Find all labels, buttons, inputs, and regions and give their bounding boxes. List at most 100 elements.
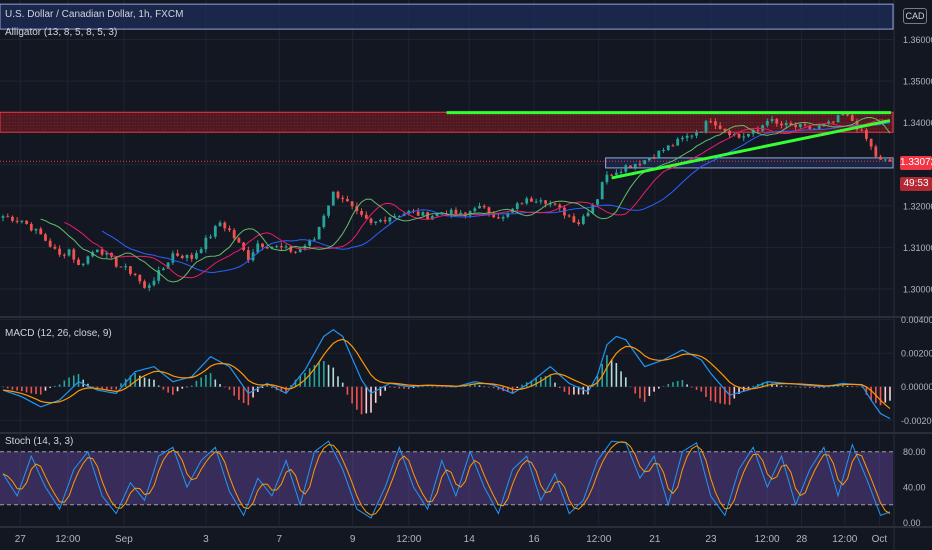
candle-body xyxy=(34,228,38,231)
candle-body xyxy=(58,248,62,255)
x-axis-tick-label: 12:00 xyxy=(755,534,780,545)
macd-histogram-bar xyxy=(775,384,778,387)
candle-body xyxy=(525,198,529,204)
candle-body xyxy=(147,285,151,288)
macd-histogram-bar xyxy=(610,359,613,387)
macd-histogram-bar xyxy=(643,386,646,402)
candle-body xyxy=(699,131,703,133)
macd-histogram-bar xyxy=(176,386,179,392)
candle-body xyxy=(817,125,821,129)
macd-histogram-bar xyxy=(624,377,627,387)
macd-histogram-bar xyxy=(535,378,537,387)
macd-histogram-bar xyxy=(242,386,245,403)
candle-body xyxy=(850,115,854,121)
candle-body xyxy=(610,174,614,176)
candle-body xyxy=(133,273,137,275)
macd-histogram-bar xyxy=(271,386,273,389)
candle-body xyxy=(798,124,802,128)
candle-body xyxy=(586,212,590,217)
macd-histogram-bar xyxy=(884,386,887,403)
candle-body xyxy=(869,138,873,147)
price-axis-tick-label: 1.32000 xyxy=(903,201,932,211)
candle-body xyxy=(180,255,184,259)
candle-body xyxy=(246,250,250,261)
macd-histogram-bar xyxy=(370,386,372,413)
macd-histogram-bar xyxy=(247,386,250,406)
macd-histogram-bar xyxy=(54,385,56,387)
macd-histogram-bar xyxy=(228,386,231,390)
price-axis-tick-label: 1.35000 xyxy=(903,77,932,87)
macd-histogram-bar xyxy=(49,386,51,388)
bar-countdown-tag: 49:53 xyxy=(900,177,932,191)
macd-histogram-bar xyxy=(653,386,655,392)
candle-body xyxy=(874,146,878,157)
macd-histogram-bar xyxy=(667,383,670,387)
candle-body xyxy=(624,165,628,172)
macd-indicator-label[interactable]: MACD (12, 26, close, 9) xyxy=(5,328,112,339)
candle-body xyxy=(865,129,868,139)
x-axis-tick-label: 3 xyxy=(203,534,209,545)
candle-body xyxy=(213,226,217,237)
candle-body xyxy=(6,216,10,218)
macd-histogram-bar xyxy=(634,386,637,394)
candle-body xyxy=(1,216,5,218)
x-axis-tick-label: Oct xyxy=(872,534,888,545)
macd-histogram-bar xyxy=(851,386,854,388)
candle-body xyxy=(209,236,212,238)
macd-histogram-bar xyxy=(393,386,396,388)
candle-body xyxy=(119,266,123,268)
macd-histogram-bar xyxy=(337,376,339,387)
candle-body xyxy=(539,200,543,202)
chart-canvas[interactable]: 27 12:00 Sep 3 7 9 12:00 14 16 12:00 21 23 12:00 28 12… xyxy=(0,0,932,550)
macd-histogram-bar xyxy=(58,384,61,387)
stoch-axis-tick-label: 80.00 xyxy=(903,447,926,457)
macd-histogram-bar xyxy=(752,385,754,387)
macd-histogram-bar xyxy=(360,386,363,415)
candle-body xyxy=(284,246,288,248)
candle-body xyxy=(742,136,746,138)
macd-histogram-bar xyxy=(549,375,552,387)
candle-body xyxy=(199,249,203,254)
macd-histogram-bar xyxy=(35,386,37,395)
macd-histogram-bar xyxy=(374,386,377,403)
candle-body xyxy=(478,205,481,209)
macd-histogram-bar xyxy=(681,380,684,387)
candle-body xyxy=(709,121,713,123)
macd-histogram-bar xyxy=(426,386,429,387)
candle-body xyxy=(671,145,675,147)
x-axis-tick-label: 14 xyxy=(464,534,476,545)
candle-body xyxy=(195,253,198,259)
macd-histogram-bar xyxy=(563,386,566,392)
candle-body xyxy=(803,124,807,126)
stoch-indicator-label[interactable]: Stoch (14, 3, 3) xyxy=(5,436,73,447)
candle-body xyxy=(228,228,231,231)
candle-body xyxy=(95,249,99,253)
macd-histogram-bar xyxy=(629,386,632,388)
candle-body xyxy=(176,253,179,256)
macd-axis-tick-label: -0.00200 xyxy=(901,416,932,426)
currency-badge[interactable]: CAD xyxy=(903,8,927,24)
macd-histogram-bar xyxy=(209,373,212,387)
macd-histogram-bar xyxy=(521,384,523,387)
macd-histogram-bar xyxy=(691,386,693,388)
macd-histogram-bar xyxy=(794,386,797,388)
alligator-indicator-label[interactable]: Alligator (13, 8, 5, 8, 5, 3) xyxy=(5,27,117,38)
macd-histogram-bar xyxy=(827,386,830,388)
candle-body xyxy=(737,133,741,138)
candle-body xyxy=(237,238,241,243)
macd-histogram-bar xyxy=(105,386,108,390)
candle-body xyxy=(39,228,43,235)
x-axis-tick-label: 9 xyxy=(350,534,356,545)
candle-body xyxy=(256,243,260,253)
candle-body xyxy=(657,150,661,159)
macd-histogram-bar xyxy=(190,385,193,387)
candle-body xyxy=(614,172,618,175)
macd-histogram-bar xyxy=(422,386,424,388)
stoch-axis-tick-label: 0.00 xyxy=(903,518,921,528)
symbol-title[interactable]: U.S. Dollar / Canadian Dollar, 1h, FXCM xyxy=(5,9,183,20)
macd-histogram-bar xyxy=(308,368,311,387)
macd-histogram-bar xyxy=(648,386,651,396)
candle-body xyxy=(629,165,632,168)
macd-histogram-bar xyxy=(615,363,618,387)
candle-body xyxy=(780,123,783,126)
